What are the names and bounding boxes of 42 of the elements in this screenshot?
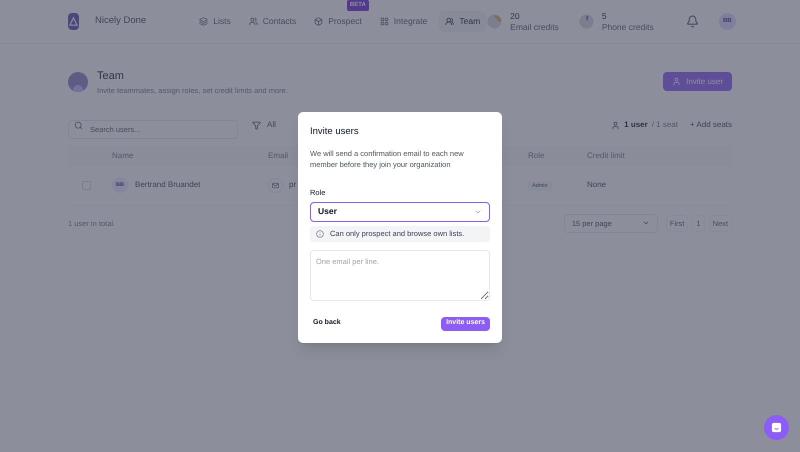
role-select[interactable]: User — [310, 202, 490, 222]
nav-icon — [248, 17, 258, 26]
nav-icon — [199, 17, 208, 26]
seats-count: 1 user — [624, 119, 648, 132]
page-title: Team — [97, 69, 125, 84]
seats-total: / 1 seat — [652, 119, 678, 132]
filter-button[interactable]: All — [244, 116, 284, 135]
credits-label: Phone credits — [602, 22, 654, 32]
column-header: Email — [268, 150, 288, 160]
credits-pie-icon — [578, 14, 594, 29]
filter-icon — [252, 120, 261, 130]
notifications-icon[interactable] — [686, 15, 699, 28]
user-icon — [611, 120, 620, 130]
column-header: Role — [528, 150, 544, 160]
nav-tab[interactable]: Lists — [192, 11, 238, 32]
nav-icon — [445, 17, 454, 26]
user-email: pr — [289, 179, 296, 192]
add-seats-link[interactable]: + Add seats — [690, 119, 732, 132]
info-icon — [316, 230, 324, 238]
invite-user-button[interactable]: Invite user — [663, 72, 732, 92]
nav-tab[interactable]: Prospect — [307, 11, 369, 32]
app-logo-icon[interactable] — [68, 13, 79, 30]
search-icon — [74, 120, 83, 130]
mail-icon — [268, 178, 283, 193]
credits-value: 5 — [602, 10, 608, 22]
column-header: Name — [112, 150, 134, 160]
team-avatar-icon — [68, 72, 88, 92]
dialog-title: Invite users — [310, 125, 360, 139]
nav-icon — [314, 17, 324, 26]
user-name: Bertrand Bruandet — [135, 179, 200, 192]
nav-tab[interactable]: Contacts — [242, 11, 304, 32]
credits-pie-icon — [487, 14, 502, 29]
nav-tab[interactable]: Team — [438, 11, 488, 32]
credit-limit: None — [587, 179, 606, 192]
credits-value: 20 — [510, 10, 521, 22]
nav-tab[interactable]: Integrate — [372, 11, 434, 32]
credits-label: Email credits — [510, 22, 559, 32]
chat-icon — [771, 422, 782, 433]
column-header: Credit limit — [587, 150, 625, 160]
nav-icon — [380, 17, 389, 26]
chat-launcher-button[interactable] — [764, 415, 789, 440]
workspace-name[interactable]: Nicely Done — [95, 14, 146, 29]
